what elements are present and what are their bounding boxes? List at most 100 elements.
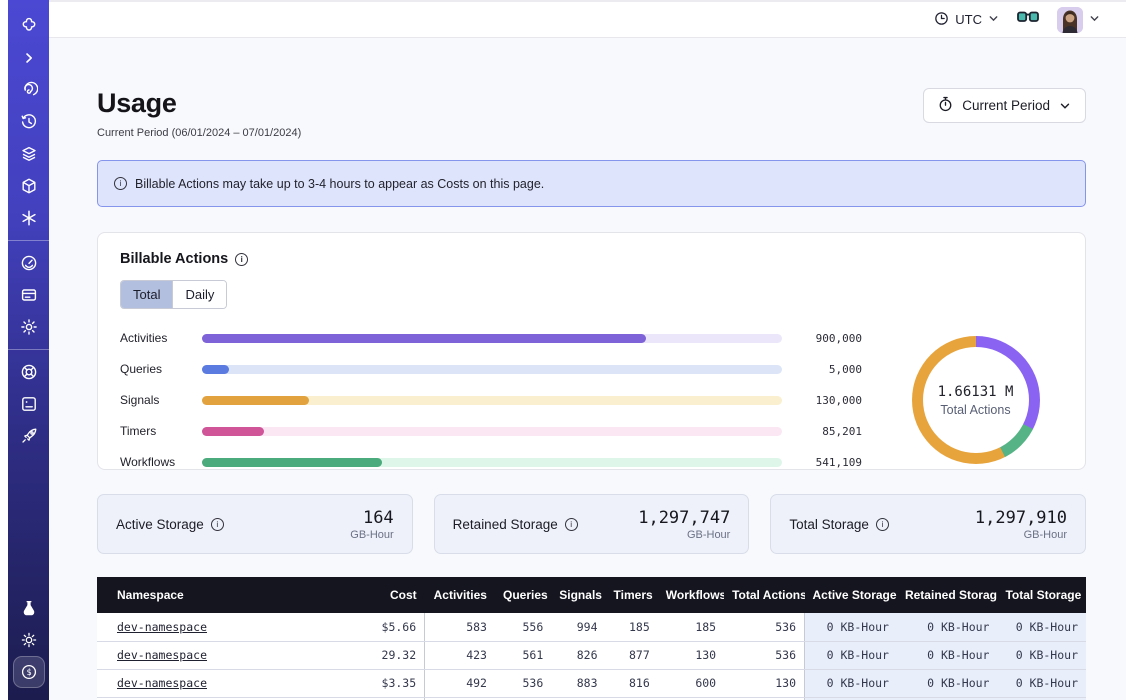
bar-value: 900,000	[796, 332, 862, 345]
info-icon	[114, 177, 127, 190]
storage-card-label: Total Storage	[789, 517, 869, 532]
cell-active_storage: 0 KB-Hour	[805, 613, 897, 641]
cell-active_storage: 0 KB-Hour	[805, 669, 897, 697]
cube-icon[interactable]	[13, 170, 45, 202]
cell-retained_storage: 0 KB-Hour	[897, 613, 998, 641]
lab-flask-icon[interactable]	[13, 592, 45, 624]
settings-gear-icon[interactable]	[13, 311, 45, 343]
chevron-down-icon	[1059, 100, 1071, 112]
svg-text:$: $	[26, 668, 31, 678]
storage-card-value: 1,297,910	[975, 508, 1067, 528]
namespace-link[interactable]: dev-namespace	[117, 648, 207, 662]
billable-actions-bar-chart: Activities900,000Queries5,000Signals130,…	[120, 331, 888, 469]
docs-terminal-icon[interactable]	[13, 388, 45, 420]
cell-cost: $3.35	[330, 669, 424, 697]
column-header-namespace: Namespace	[97, 577, 330, 613]
tab-daily[interactable]: Daily	[172, 281, 226, 308]
storage-card-value: 1,297,747	[638, 508, 730, 528]
column-header-timers: Timers	[606, 577, 658, 613]
rocket-icon[interactable]	[13, 420, 45, 452]
cell-signals: 994	[551, 613, 605, 641]
bar-track	[202, 396, 782, 405]
cell-signals: 883	[551, 669, 605, 697]
column-header-total_storage: Total Storage	[997, 577, 1086, 613]
info-icon[interactable]	[565, 518, 578, 531]
asterisk-icon[interactable]	[13, 202, 45, 234]
storage-card-retained-storage: Retained Storage1,297,747GB-Hour	[434, 494, 750, 554]
storage-card-active-storage: Active Storage164GB-Hour	[97, 494, 413, 554]
column-header-cost: Cost	[330, 577, 424, 613]
bar-row-workflows: Workflows 541,109	[120, 455, 862, 469]
usage-dollar-icon[interactable]: $	[13, 656, 45, 688]
billable-actions-title: Billable Actions	[120, 251, 228, 267]
storage-card-unit: GB-Hour	[350, 529, 393, 541]
cell-retained_storage: 0 KB-Hour	[897, 669, 998, 697]
usage-gauge-icon[interactable]	[13, 247, 45, 279]
user-menu[interactable]	[1057, 7, 1100, 33]
cell-cost: $5.66	[330, 613, 424, 641]
column-header-total_actions: Total Actions	[724, 577, 804, 613]
period-selector-button[interactable]: Current Period	[923, 88, 1086, 123]
cell-workflows: 130	[658, 641, 724, 669]
timezone-selector[interactable]: UTC	[934, 11, 999, 29]
collapse-chevron-right-icon[interactable]	[13, 42, 45, 74]
period-selector-label: Current Period	[962, 98, 1050, 113]
table-header-row: NamespaceCostActivitiesQueriesSignalsTim…	[97, 577, 1086, 613]
donut-total-value: 1.66131 M	[938, 384, 1014, 400]
info-icon[interactable]	[876, 518, 889, 531]
storage-card-total-storage: Total Storage 1,297,910GB-Hour	[770, 494, 1086, 554]
bar-label: Activities	[120, 331, 188, 345]
cell-queries: 536	[495, 669, 551, 697]
info-icon[interactable]	[235, 253, 248, 266]
cell-total_actions: 536	[724, 613, 804, 641]
namespace-usage-table: NamespaceCostActivitiesQueriesSignalsTim…	[97, 577, 1086, 700]
cell-total_actions: 130	[724, 669, 804, 697]
info-banner: Billable Actions may take up to 3-4 hour…	[97, 160, 1086, 207]
bar-track	[202, 334, 782, 343]
cell-queries: 556	[495, 613, 551, 641]
cell-signals: 826	[551, 641, 605, 669]
billable-actions-tabs: TotalDaily	[120, 280, 227, 309]
bar-track	[202, 365, 782, 374]
column-header-activities: Activities	[425, 577, 495, 613]
storage-summary-row: Active Storage164GB-Hour Retained Storage…	[97, 494, 1086, 554]
cell-activities: 583	[425, 613, 495, 641]
main-content: Usage Current Period (06/01/2024 – 07/01…	[49, 38, 1126, 700]
bar-label: Workflows	[120, 455, 188, 469]
bar-fill	[202, 365, 229, 374]
total-actions-donut-chart: 1.66131 M Total Actions	[912, 336, 1040, 464]
layers-icon[interactable]	[13, 138, 45, 170]
billing-card-icon[interactable]	[13, 279, 45, 311]
cell-timers: 816	[606, 669, 658, 697]
cell-total_actions: 536	[724, 641, 804, 669]
bar-row-queries: Queries5,000	[120, 362, 862, 376]
storage-card-unit: GB-Hour	[975, 529, 1067, 541]
cell-activities: 492	[425, 669, 495, 697]
theme-sun-icon[interactable]	[13, 624, 45, 656]
bar-track	[202, 427, 782, 436]
storage-card-unit: GB-Hour	[638, 529, 730, 541]
support-lifebuoy-icon[interactable]	[13, 356, 45, 388]
cell-namespace: dev-namespace	[97, 641, 330, 669]
cell-total_storage: 0 KB-Hour	[997, 613, 1086, 641]
namespace-link[interactable]: dev-namespace	[117, 676, 207, 690]
info-icon[interactable]	[211, 518, 224, 531]
sidebar-divider	[8, 349, 49, 350]
cell-queries: 561	[495, 641, 551, 669]
history-clock-icon[interactable]	[13, 106, 45, 138]
bar-fill	[202, 334, 646, 343]
namespace-link[interactable]: dev-namespace	[117, 620, 207, 634]
storage-card-value: 164	[350, 508, 393, 528]
tab-total[interactable]: Total	[121, 281, 172, 308]
cell-active_storage: 0 KB-Hour	[805, 641, 897, 669]
column-header-active_storage: Active Storage	[805, 577, 897, 613]
bar-label: Timers	[120, 424, 188, 438]
bar-value: 541,109	[796, 456, 862, 469]
namespaces-icon[interactable]	[13, 74, 45, 106]
column-header-signals: Signals	[551, 577, 605, 613]
cell-total_storage: 0 KB-Hour	[997, 641, 1086, 669]
bar-track	[202, 458, 782, 467]
page-subtitle: Current Period (06/01/2024 – 07/01/2024)	[97, 127, 301, 139]
temporal-logo-icon[interactable]	[13, 10, 45, 42]
glasses-icon[interactable]	[1017, 10, 1039, 29]
